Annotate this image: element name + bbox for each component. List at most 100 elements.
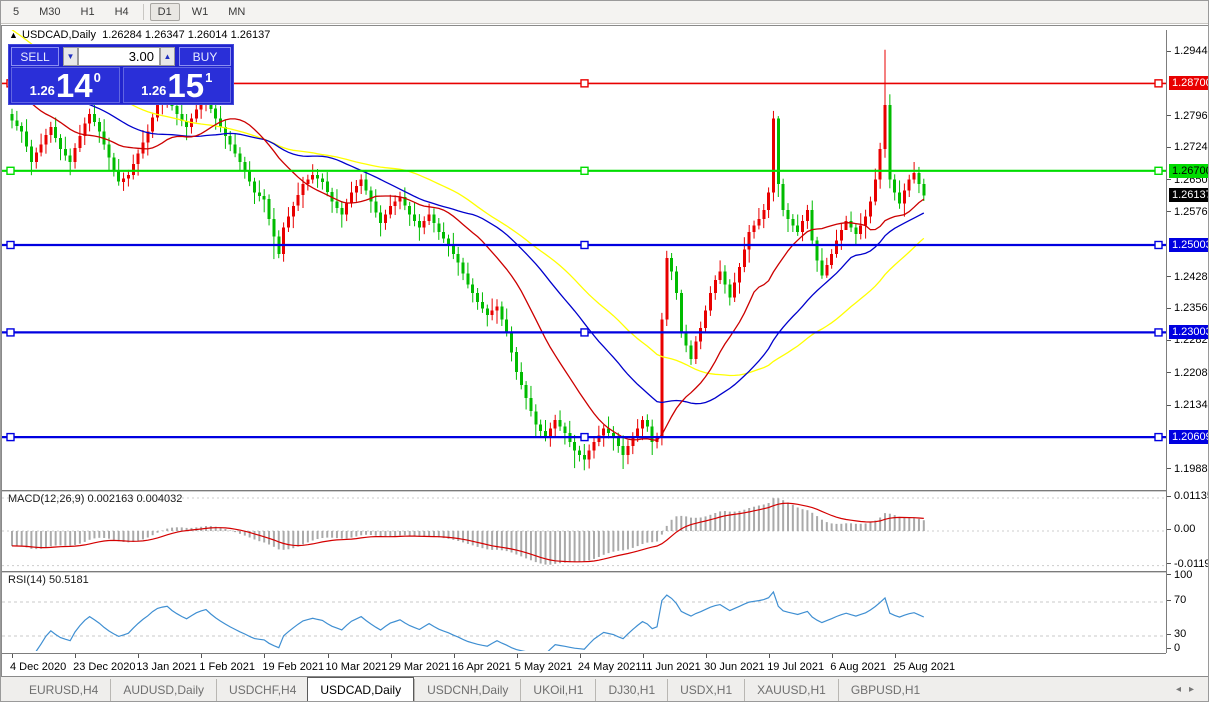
timeframe-button-5[interactable]: 5	[5, 3, 27, 21]
axis-tick	[1167, 308, 1171, 309]
price-axis-label: 1.25760	[1174, 206, 1209, 218]
rsi-indicator-pane[interactable]	[2, 571, 1166, 651]
chart-tab-eurusd[interactable]: EURUSD,H4	[17, 679, 110, 702]
scroll-left-icon[interactable]: ◂	[1176, 684, 1189, 695]
axis-tick	[1167, 51, 1171, 52]
buy-button[interactable]: BUY	[179, 47, 231, 66]
chart-window: ▲ USDCAD,Daily 1.26284 1.26347 1.26014 1…	[1, 25, 1209, 676]
date-axis-label: 10 Mar 2021	[326, 661, 388, 673]
price-axis-label: 1.27240	[1174, 141, 1209, 153]
buy-price-main: 1.26	[141, 83, 166, 98]
axis-tick	[1167, 372, 1171, 373]
axis-tick	[1167, 276, 1171, 277]
current-price-label: 1.26137	[1169, 188, 1209, 202]
chart-tab-dj30[interactable]: DJ30,H1	[595, 679, 667, 702]
axis-tick	[1167, 574, 1171, 575]
timeframe-button-w1[interactable]: W1	[184, 3, 217, 21]
sell-price-main: 1.26	[30, 83, 55, 98]
axis-tick	[1167, 468, 1171, 469]
rsi-label: RSI(14) 50.5181	[8, 574, 89, 586]
date-axis-label: 4 Dec 2020	[10, 661, 66, 673]
date-tick	[201, 654, 202, 658]
price-axis-label: 1.22080	[1174, 367, 1209, 379]
rsi-axis-label: 70	[1174, 594, 1186, 606]
price-axis-label: 1.19880	[1174, 463, 1209, 475]
macd-axis-label: 0.01135	[1174, 490, 1209, 502]
date-tick	[643, 654, 644, 658]
buy-price-point: 1	[205, 70, 212, 85]
date-tick	[75, 654, 76, 658]
volume-input[interactable]: 3.00	[78, 47, 160, 66]
chart-tab-audusd[interactable]: AUDUSD,Daily	[110, 679, 216, 702]
sell-price-pips: 14	[56, 71, 93, 101]
chart-tab-usdcad[interactable]: USDCAD,Daily	[307, 677, 414, 702]
date-axis-label: 23 Dec 2020	[73, 661, 135, 673]
axis-tick	[1167, 340, 1171, 341]
macd-label: MACD(12,26,9) 0.002163 0.004032	[8, 493, 182, 505]
date-axis-label: 11 Jun 2021	[641, 661, 701, 673]
axis-tick	[1167, 179, 1171, 180]
date-tick	[138, 654, 139, 658]
date-tick	[12, 654, 13, 658]
price-axis-label: 1.23560	[1174, 302, 1209, 314]
level-price-label: 1.26700	[1169, 164, 1209, 178]
date-axis-label: 16 Apr 2021	[452, 661, 511, 673]
axis-tick	[1167, 600, 1171, 601]
rsi-axis-label: 100	[1174, 569, 1192, 581]
level-price-label: 1.25003	[1169, 238, 1209, 252]
arrow-down-icon: ▼	[67, 52, 75, 61]
date-axis-label: 19 Feb 2021	[262, 661, 324, 673]
chart-tab-usdcnh[interactable]: USDCNH,Daily	[414, 679, 520, 702]
sell-price-display[interactable]: 1.26 14 0	[11, 67, 120, 103]
timeframe-toolbar: 5M30 H1H4 D1W1MN	[1, 1, 1209, 24]
one-click-trading-panel: SELL ▼ 3.00 ▲ BUY 1.26 14 0 1.26 15 1	[8, 44, 234, 105]
date-tick	[454, 654, 455, 658]
date-axis-label: 1 Feb 2021	[199, 661, 255, 673]
price-axis-label: 1.27960	[1174, 110, 1209, 122]
axis-tick	[1167, 115, 1171, 116]
axis-tick	[1167, 147, 1171, 148]
axis-tick	[1167, 211, 1171, 212]
date-axis: 4 Dec 2020 23 Dec 202013 Jan 20211 Feb 20…	[2, 653, 1166, 677]
timeframe-button-m30[interactable]: M30	[31, 3, 68, 21]
date-tick	[391, 654, 392, 658]
price-axis: 1.294401.279601.272401.265001.257601.242…	[1166, 30, 1209, 653]
volume-decrease-button[interactable]: ▼	[63, 47, 78, 66]
level-price-label: 1.28700	[1169, 76, 1209, 90]
chart-tab-usdx[interactable]: USDX,H1	[667, 679, 744, 702]
chart-tab-usdchf[interactable]: USDCHF,H4	[216, 679, 308, 702]
date-axis-label: 5 May 2021	[515, 661, 572, 673]
volume-increase-button[interactable]: ▲	[160, 47, 175, 66]
price-axis-label: 1.21340	[1174, 399, 1209, 411]
chart-tab-gbpusd[interactable]: GBPUSD,H1	[838, 679, 932, 702]
timeframe-button-d1[interactable]: D1	[150, 3, 180, 21]
level-price-label: 1.20609	[1169, 430, 1209, 444]
price-axis-label: 1.29440	[1174, 45, 1209, 57]
date-axis-label: 13 Jan 2021	[136, 661, 197, 673]
axis-tick	[1167, 648, 1171, 649]
arrow-up-icon: ▲	[164, 52, 172, 61]
chart-tab-xauusd[interactable]: XAUUSD,H1	[744, 679, 838, 702]
timeframe-button-mn[interactable]: MN	[220, 3, 253, 21]
date-axis-label: 24 May 2021	[578, 661, 642, 673]
date-tick	[264, 654, 265, 658]
axis-tick	[1167, 405, 1171, 406]
buy-price-display[interactable]: 1.26 15 1	[123, 67, 232, 103]
chart-tab-ukoil[interactable]: UKOil,H1	[520, 679, 595, 702]
rsi-axis-label: 0	[1174, 642, 1180, 654]
date-tick	[328, 654, 329, 658]
date-axis-label: 30 Jun 2021	[704, 661, 765, 673]
date-axis-label: 19 Jul 2021	[767, 661, 824, 673]
buy-price-pips: 15	[167, 71, 204, 101]
date-axis-label: 29 Mar 2021	[389, 661, 451, 673]
timeframe-button-h4[interactable]: H4	[107, 3, 137, 21]
date-tick	[706, 654, 707, 658]
tab-scroll-arrows[interactable]: ◂▸	[1176, 684, 1202, 695]
rsi-axis-label: 30	[1174, 628, 1186, 640]
date-tick	[895, 654, 896, 658]
timeframe-button-h1[interactable]: H1	[73, 3, 103, 21]
sell-button[interactable]: SELL	[11, 47, 59, 66]
date-axis-label: 6 Aug 2021	[830, 661, 886, 673]
price-axis-label: 1.24280	[1174, 271, 1209, 283]
scroll-right-icon[interactable]: ▸	[1189, 684, 1202, 695]
